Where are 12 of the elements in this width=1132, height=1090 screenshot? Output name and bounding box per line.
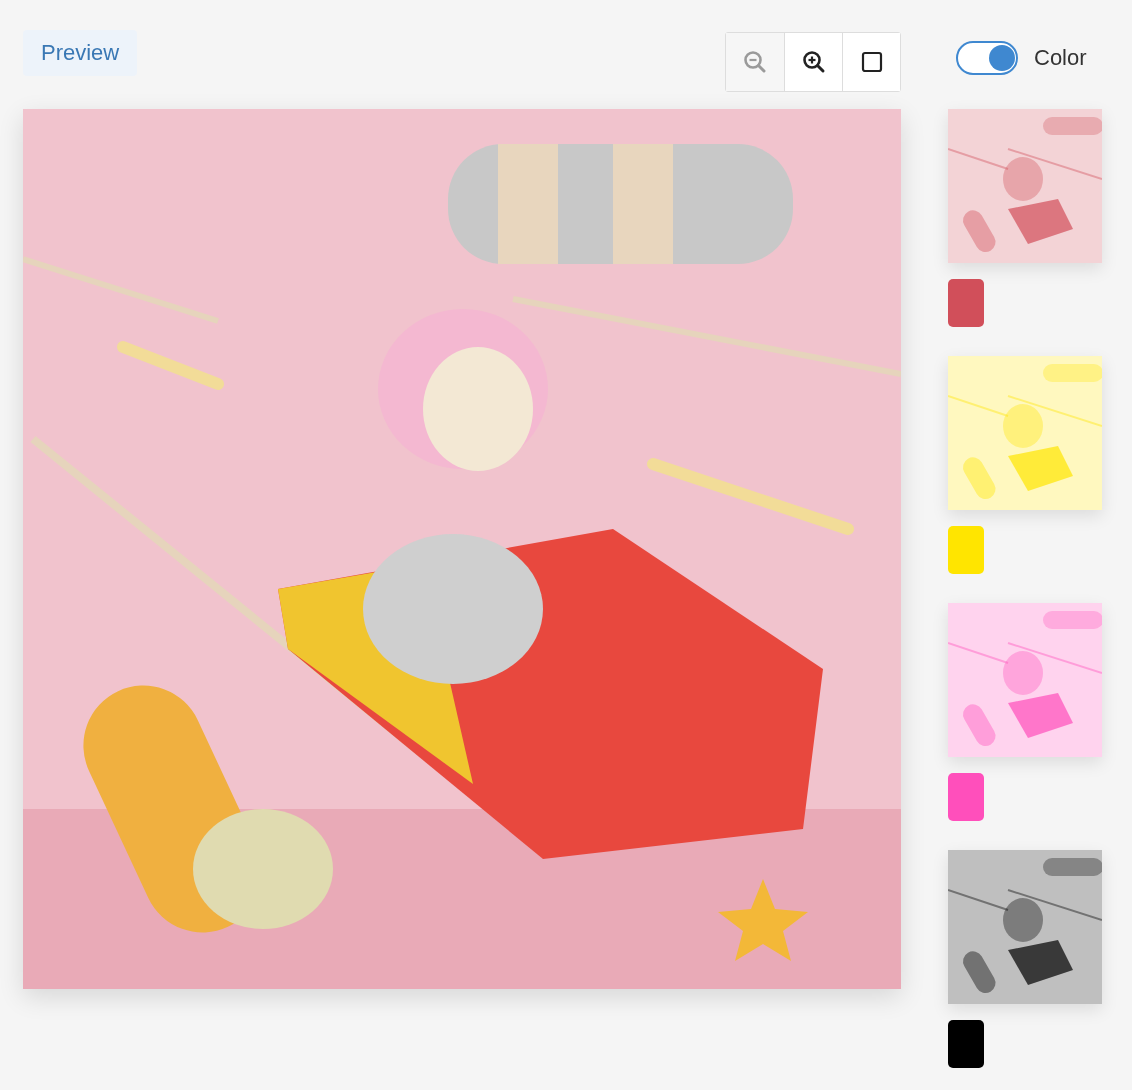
- color-swatch[interactable]: [948, 1020, 984, 1068]
- color-swatch[interactable]: [948, 773, 984, 821]
- color-toggle[interactable]: [956, 41, 1018, 75]
- zoom-in-icon: [800, 49, 827, 75]
- toggle-label: Color: [1034, 44, 1087, 72]
- color-swatch[interactable]: [948, 279, 984, 327]
- zoom-out-icon: [742, 49, 768, 75]
- preview-label: Preview: [23, 30, 138, 76]
- zoom-in-button[interactable]: [784, 33, 842, 91]
- color-swatch[interactable]: [948, 526, 984, 574]
- fit-button[interactable]: [842, 33, 900, 91]
- square-icon: [860, 51, 883, 73]
